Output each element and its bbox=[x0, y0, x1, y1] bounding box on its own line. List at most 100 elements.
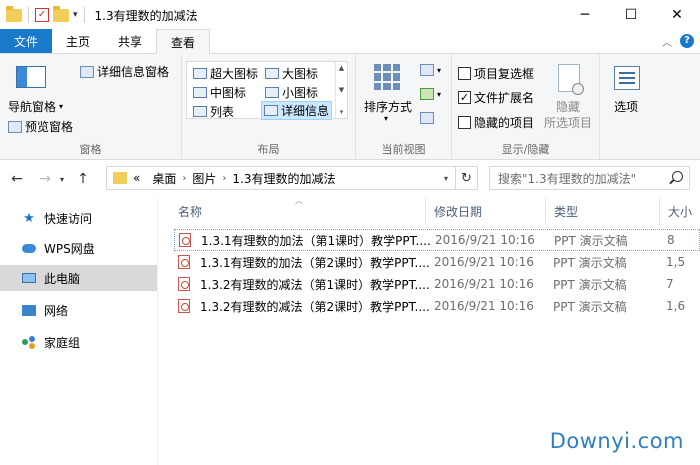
layout-list[interactable]: 列表 bbox=[193, 103, 234, 120]
breadcrumb-overflow[interactable]: « bbox=[133, 171, 146, 185]
layout-gallery-scroll[interactable]: ▲ ▼ ▾ bbox=[335, 62, 347, 118]
tab-home[interactable]: 主页 bbox=[52, 29, 104, 53]
nav-item-network[interactable]: 网络 bbox=[0, 297, 157, 323]
properties-icon[interactable]: ✓ bbox=[35, 8, 49, 22]
layout-small-icons[interactable]: 小图标 bbox=[265, 84, 318, 101]
sort-dropdown-icon[interactable]: ▾ bbox=[384, 114, 388, 123]
collapse-ribbon-icon[interactable]: ︿ bbox=[662, 34, 672, 49]
help-icon[interactable]: ? bbox=[680, 34, 694, 48]
breadcrumb-current-folder[interactable]: 1.3有理数的加减法 bbox=[226, 170, 341, 187]
column-header-row: ︿ 名称 修改日期 类型 大小 bbox=[158, 196, 700, 225]
scroll-up-icon[interactable]: ▲ bbox=[339, 64, 344, 72]
nav-item-homegroup[interactable]: 家庭组 bbox=[0, 329, 157, 355]
close-button[interactable]: ✕ bbox=[654, 0, 700, 30]
nav-item-wps-drive[interactable]: WPS网盘 bbox=[0, 235, 157, 261]
back-arrow-icon[interactable]: ← bbox=[6, 171, 28, 187]
details-pane-button[interactable]: 详细信息窗格 bbox=[80, 63, 169, 80]
size-columns-button[interactable] bbox=[420, 112, 434, 124]
group-by-button[interactable]: ▾ bbox=[420, 64, 441, 76]
file-size: 8 bbox=[667, 233, 675, 247]
extra-large-icons-icon bbox=[193, 68, 207, 79]
options-icon[interactable] bbox=[614, 66, 640, 90]
nav-item-this-pc[interactable]: 此电脑 bbox=[0, 265, 157, 291]
tab-share[interactable]: 共享 bbox=[104, 29, 156, 53]
preview-pane-button[interactable]: 预览窗格 bbox=[8, 118, 73, 135]
preview-pane-label: 预览窗格 bbox=[25, 120, 74, 134]
dropdown-icon: ▾ bbox=[59, 102, 64, 111]
file-size: 7 bbox=[666, 277, 674, 291]
item-checkboxes-toggle[interactable]: 项目复选框 bbox=[458, 65, 534, 82]
panes-group: 导航窗格 ▾ 预览窗格 详细信息窗格 窗格 bbox=[0, 54, 182, 160]
scroll-down-icon[interactable]: ▼ bbox=[339, 86, 344, 94]
layout-label: 中图标 bbox=[210, 86, 247, 100]
add-columns-button[interactable]: ▾ bbox=[420, 88, 441, 100]
column-date-modified[interactable]: 修改日期 bbox=[426, 197, 546, 225]
nav-pane-icon[interactable] bbox=[16, 66, 46, 88]
window-controls: ─ ☐ ✕ bbox=[562, 0, 700, 30]
nav-item-quick-access[interactable]: ★ 快速访问 bbox=[0, 205, 157, 231]
file-extensions-toggle[interactable]: ✓ 文件扩展名 bbox=[458, 89, 534, 106]
up-arrow-icon[interactable]: ↑ bbox=[72, 171, 94, 187]
divider bbox=[28, 7, 29, 23]
minimize-button[interactable]: ─ bbox=[562, 0, 608, 30]
size-columns-icon bbox=[420, 112, 434, 124]
search-icon[interactable] bbox=[672, 171, 683, 182]
hidden-items-toggle[interactable]: 隐藏的项目 bbox=[458, 114, 534, 131]
file-type: PPT 演示文稿 bbox=[553, 255, 627, 270]
folder-icon bbox=[6, 5, 22, 22]
expand-gallery-icon[interactable]: ▾ bbox=[340, 108, 344, 116]
nav-item-label: 网络 bbox=[44, 303, 69, 318]
details-pane-icon bbox=[80, 65, 94, 78]
sort-by-button[interactable]: 排序方式 bbox=[364, 98, 412, 115]
tab-file[interactable]: 文件 bbox=[0, 29, 53, 53]
checkbox[interactable] bbox=[458, 116, 471, 129]
cloud-icon bbox=[22, 243, 36, 253]
table-row[interactable]: 1.3.2有理数的减法（第1课时）教学PPT.... 2016/9/21 10:… bbox=[174, 273, 700, 295]
hide-selected-button: 隐藏 bbox=[556, 98, 580, 115]
file-date: 2016/9/21 10:16 bbox=[434, 255, 534, 269]
sort-by-icon[interactable] bbox=[374, 64, 400, 90]
checkbox-checked[interactable]: ✓ bbox=[458, 91, 471, 104]
layout-medium-icons[interactable]: 中图标 bbox=[193, 84, 246, 101]
forward-arrow-icon[interactable]: → bbox=[34, 171, 56, 187]
file-extensions-label: 文件扩展名 bbox=[474, 91, 535, 105]
file-size: 1,5 bbox=[666, 255, 686, 269]
table-row[interactable]: 1.3.1有理数的加法（第1课时）教学PPT.... 2016/9/21 10:… bbox=[174, 229, 700, 251]
address-bar[interactable]: « 桌面 › 图片 › 1.3有理数的加减法 ▾ ↻ bbox=[106, 166, 478, 190]
search-input[interactable]: 搜索"1.3有理数的加减法" bbox=[489, 166, 690, 190]
recent-locations-icon[interactable]: ▾ bbox=[56, 175, 68, 184]
options-button[interactable]: 选项 bbox=[614, 98, 638, 115]
tab-view[interactable]: 查看 bbox=[156, 29, 211, 54]
file-type: PPT 演示文稿 bbox=[554, 233, 628, 248]
hide-selected-label-2: 所选项目 bbox=[544, 114, 592, 131]
customize-toolbar-icon[interactable]: ▾ bbox=[73, 10, 78, 20]
new-folder-icon[interactable] bbox=[53, 5, 69, 22]
layout-large-icons[interactable]: 大图标 bbox=[265, 65, 318, 82]
item-checkboxes-label: 项目复选框 bbox=[474, 67, 535, 81]
column-name[interactable]: 名称 bbox=[170, 197, 426, 225]
breadcrumb-desktop[interactable]: 桌面 bbox=[146, 170, 182, 187]
refresh-icon[interactable]: ↻ bbox=[455, 167, 477, 189]
table-row[interactable]: 1.3.2有理数的减法（第2课时）教学PPT.... 2016/9/21 10:… bbox=[174, 295, 700, 317]
show-hide-group: 项目复选框 ✓ 文件扩展名 隐藏的项目 隐藏 所选项目 显示/隐藏 bbox=[452, 54, 600, 160]
options-group: 选项 bbox=[600, 54, 656, 160]
details-pane-label: 详细信息窗格 bbox=[97, 65, 170, 79]
address-dropdown-icon[interactable]: ▾ bbox=[439, 167, 453, 189]
maximize-button[interactable]: ☐ bbox=[608, 0, 654, 30]
breadcrumb-pictures[interactable]: 图片 bbox=[186, 170, 222, 187]
hidden-items-label: 隐藏的项目 bbox=[474, 116, 535, 130]
layout-label: 小图标 bbox=[282, 86, 319, 100]
column-size[interactable]: 大小 bbox=[660, 197, 700, 225]
add-columns-icon bbox=[420, 88, 434, 100]
preview-pane-icon bbox=[8, 120, 22, 133]
title-bar: ✓ ▾ 1.3有理数的加减法 ─ ☐ ✕ bbox=[0, 0, 700, 30]
file-date: 2016/9/21 10:16 bbox=[435, 233, 535, 247]
nav-pane-button[interactable]: 导航窗格 ▾ bbox=[8, 98, 63, 115]
table-row[interactable]: 1.3.1有理数的加法（第2课时）教学PPT.... 2016/9/21 10:… bbox=[174, 251, 700, 273]
column-type[interactable]: 类型 bbox=[546, 197, 660, 225]
layout-details[interactable]: 详细信息 bbox=[261, 101, 333, 120]
nav-item-label: 快速访问 bbox=[44, 211, 93, 226]
nav-item-label: 此电脑 bbox=[44, 271, 81, 286]
checkbox[interactable] bbox=[458, 67, 471, 80]
layout-extra-large-icons[interactable]: 超大图标 bbox=[193, 65, 258, 82]
